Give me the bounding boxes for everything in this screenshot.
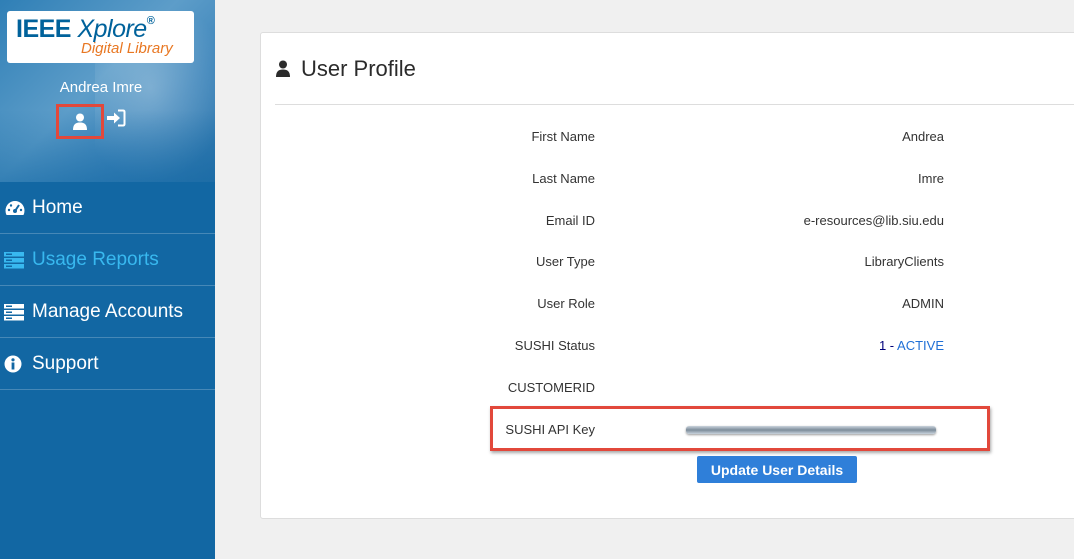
sidebar: IEEE Xplore® Digital Library Andrea Imre [0,0,215,559]
field-value-sushi-status: 1 - ACTIVE [879,338,944,353]
field-label-user-role: User Role [537,296,595,311]
sidebar-item-label: Home [32,196,83,218]
field-value-user-type: LibraryClients [864,254,944,269]
field-value-last-name: Imre [918,171,944,186]
sidebar-item-label: Support [32,352,99,374]
status-badge: ACTIVE [897,338,944,353]
update-user-details-button[interactable]: Update User Details [697,456,857,483]
sidebar-item-support[interactable]: Support [0,338,215,390]
page-title-text: User Profile [301,56,416,81]
field-value-email: e-resources@lib.siu.edu [803,213,944,228]
field-label-last-name: Last Name [532,171,595,186]
user-icon [73,113,87,130]
user-icon [275,60,291,78]
sign-out-icon [107,109,126,127]
logo-subtitle: Digital Library [81,40,173,57]
sidebar-item-label: Manage Accounts [32,300,184,322]
field-value-user-role: ADMIN [902,296,944,311]
field-label-sushi-api-key: SUSHI API Key [505,422,595,437]
field-value-first-name: Andrea [902,129,944,144]
sidebar-item-usage-reports[interactable]: Usage Reports [0,234,215,286]
field-label-user-type: User Type [535,254,595,269]
page-title: User Profile [275,56,416,82]
ieee-xplore-logo[interactable]: IEEE Xplore® Digital Library [7,11,194,63]
server-icon [4,302,26,322]
logout-button[interactable] [106,109,126,132]
dashboard-icon [4,198,26,218]
status-code: 1 - [878,338,898,353]
field-label-customer-id: CUSTOMERID [507,380,595,395]
sidebar-item-home[interactable]: Home [0,182,215,234]
api-key-redacted-value [686,426,936,434]
info-icon [4,354,26,374]
sidebar-item-label: Usage Reports [32,248,159,270]
user-name: Andrea Imre [59,79,143,96]
field-label-sushi-status: SUSHI Status [514,338,595,353]
title-divider [275,104,1074,105]
sidebar-nav: Home Usage Reports Manage Accounts Suppo… [0,182,215,390]
field-label-first-name: First Name [531,129,595,144]
user-profile-button[interactable] [56,104,104,139]
server-icon [4,250,26,270]
field-label-email: Email ID [545,213,595,228]
sidebar-item-manage-accounts[interactable]: Manage Accounts [0,286,215,338]
